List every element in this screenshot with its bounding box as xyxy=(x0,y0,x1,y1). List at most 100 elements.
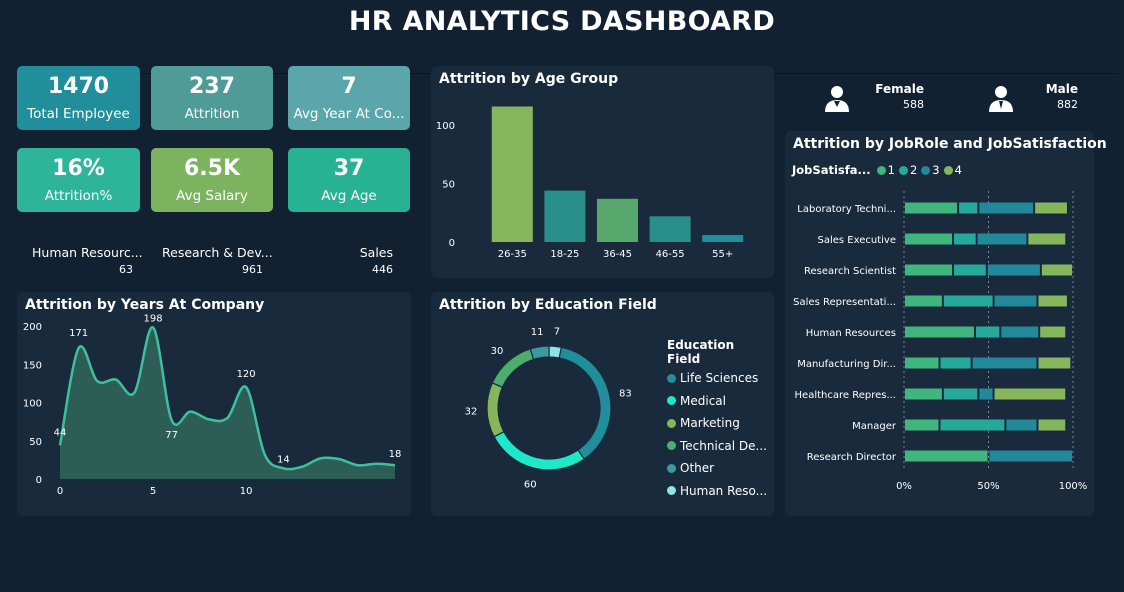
kpi-avg-salary[interactable]: 6.5K Avg Salary xyxy=(151,148,273,212)
data-label: 198 xyxy=(144,314,163,325)
legend-item[interactable]: Technical De... xyxy=(667,435,771,458)
category-label: Healthcare Repres... xyxy=(795,390,896,401)
category-label: Research Director xyxy=(807,452,897,463)
category-label: Manager xyxy=(852,421,897,432)
legend-label: Marketing xyxy=(680,416,740,431)
category-label: Research Scientist xyxy=(804,266,896,277)
kpi-avg-age[interactable]: 37 Avg Age xyxy=(288,148,410,212)
bar-segment xyxy=(905,233,953,245)
donut-slice xyxy=(548,345,563,359)
bar-segment xyxy=(972,357,1037,369)
y-tick-label: 100 xyxy=(23,399,42,410)
x-tick-label: 0% xyxy=(896,481,912,492)
slice-label: 60 xyxy=(524,480,537,491)
bar-segment xyxy=(1006,419,1037,431)
kpi-avg-year[interactable]: 7 Avg Year At Co... xyxy=(288,66,410,130)
dept-research-dev[interactable]: Research & Dev... 961 xyxy=(162,245,273,276)
category-label: Sales Executive xyxy=(818,235,896,246)
slice-label: 11 xyxy=(531,327,544,338)
dept-count: 961 xyxy=(242,263,263,276)
donut-slice xyxy=(486,382,505,438)
data-label: 171 xyxy=(69,328,88,339)
kpi-value: 37 xyxy=(333,156,365,181)
kpi-total-employee[interactable]: 1470 Total Employee xyxy=(17,66,140,130)
bar-segment xyxy=(943,295,993,307)
bar-segment xyxy=(1035,202,1067,214)
x-tick-label: 55+ xyxy=(712,249,733,260)
bar-segment xyxy=(975,326,1000,338)
legend-item[interactable]: Human Reso... xyxy=(667,480,771,503)
kpi-label: Avg Age xyxy=(321,188,377,204)
slice-label: 32 xyxy=(465,407,478,418)
kpi-label: Total Employee xyxy=(27,106,130,122)
data-label: 18 xyxy=(389,449,402,460)
bar xyxy=(596,198,639,242)
bar-segment xyxy=(989,450,1072,462)
legend-dot xyxy=(667,373,676,383)
bar xyxy=(649,216,691,242)
legend-label: Life Sciences xyxy=(680,371,759,386)
legend-item[interactable]: Marketing xyxy=(667,412,771,435)
y-tick-label: 150 xyxy=(23,360,42,371)
x-tick-label: 10 xyxy=(240,486,253,497)
education-legend: Education Field Life Sciences Medical Mark… xyxy=(667,338,771,502)
slice-label: 83 xyxy=(619,388,632,399)
bar xyxy=(544,190,586,242)
bar-segment xyxy=(994,295,1037,307)
bar-segment xyxy=(940,357,971,369)
legend-label: Other xyxy=(680,461,715,476)
y-tick-label: 200 xyxy=(23,322,42,333)
legend-dot xyxy=(667,463,676,473)
bar-segment xyxy=(940,419,1005,431)
legend-dot xyxy=(667,441,676,451)
legend-dot xyxy=(667,396,676,406)
kpi-label: Attrition% xyxy=(44,188,113,204)
kpi-label: Attrition xyxy=(184,106,240,122)
x-tick-label: 50% xyxy=(977,481,999,492)
age-group-panel: Attrition by Age Group 0 50 100 26-35 18-25 3… xyxy=(431,66,774,278)
kpi-value: 7 xyxy=(341,74,357,99)
female-count: 588 xyxy=(903,98,924,111)
area-fill xyxy=(60,327,395,479)
bar-segment xyxy=(1040,326,1066,338)
data-label: 14 xyxy=(277,454,290,465)
male-count: 882 xyxy=(1057,98,1078,111)
bar-segment xyxy=(905,202,958,214)
kpi-attrition[interactable]: 237 Attrition xyxy=(151,66,273,130)
kpi-attrition-pct[interactable]: 16% Attrition% xyxy=(17,148,140,212)
y-tick-label: 0 xyxy=(449,238,455,249)
category-label: Laboratory Techni... xyxy=(797,204,896,215)
legend-item[interactable]: Other xyxy=(667,457,771,480)
x-tick-label: 5 xyxy=(150,486,156,497)
dept-count: 63 xyxy=(119,263,133,276)
male-icon xyxy=(987,83,1015,113)
category-label: Human Resources xyxy=(806,328,896,339)
dept-count: 446 xyxy=(372,263,393,276)
x-tick-label: 0 xyxy=(57,486,63,497)
kpi-label: Avg Year At Co... xyxy=(293,106,405,122)
bar-segment xyxy=(954,264,986,276)
age-chart: 0 50 100 26-35 18-25 36-45 46-55 55+ xyxy=(436,106,744,260)
education-panel: Attrition by Education Field 83 60 32 30 11 7… xyxy=(431,292,774,516)
male-label: Male xyxy=(1045,82,1078,96)
x-tick-label: 36-45 xyxy=(603,249,632,260)
bar-segment xyxy=(905,388,942,400)
bar-segment xyxy=(977,233,1027,245)
kpi-label: Avg Salary xyxy=(176,188,248,204)
jobrole-panel: Attrition by JobRole and JobSatisfaction… xyxy=(785,131,1107,516)
legend-item[interactable]: Life Sciences xyxy=(667,367,771,390)
years-chart: 0 50 100 150 200 0 5 10 44 171 198 77 120 14 18 xyxy=(23,314,402,497)
dept-sales[interactable]: Sales 446 xyxy=(330,245,393,276)
data-label: 120 xyxy=(237,369,256,380)
legend-item[interactable]: Medical xyxy=(667,390,771,413)
bar-segment xyxy=(905,450,988,462)
dept-human-resources[interactable]: Human Resourc... 63 xyxy=(32,245,143,276)
bar-segment xyxy=(905,357,939,369)
legend-label: Medical xyxy=(680,393,726,408)
bar-segment xyxy=(905,419,939,431)
donut-slice xyxy=(493,430,585,471)
category-label: Manufacturing Dir... xyxy=(797,359,896,370)
donut-slice xyxy=(529,345,550,361)
legend-label: Technical De... xyxy=(680,438,767,453)
bar xyxy=(491,106,533,243)
